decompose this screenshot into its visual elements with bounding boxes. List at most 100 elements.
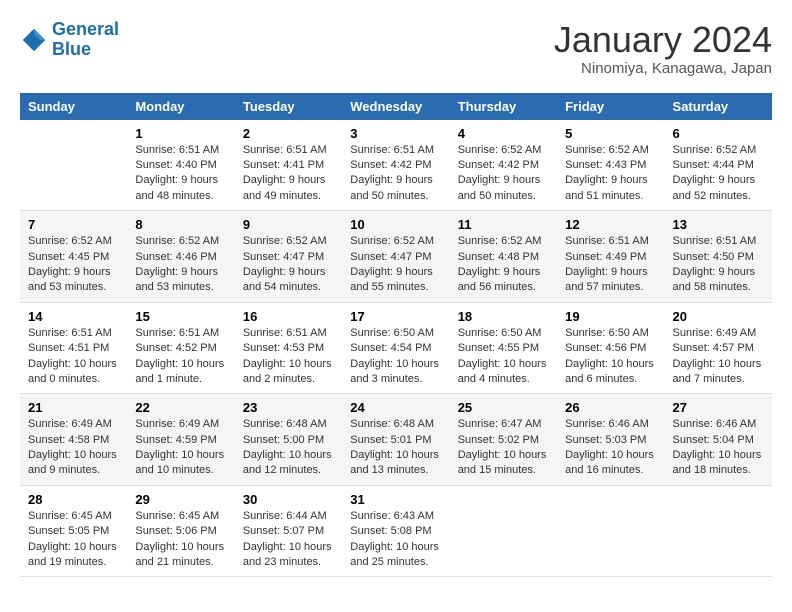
page-title: January 2024 — [554, 20, 772, 60]
calendar-cell: 1Sunrise: 6:51 AM Sunset: 4:40 PM Daylig… — [127, 120, 234, 211]
calendar-cell: 6 Sunrise: 6:52 AM Sunset: 4:44 PM Daylig… — [665, 120, 772, 211]
calendar-cell: 22Sunrise: 6:49 AM Sunset: 4:59 PM Dayli… — [127, 394, 234, 486]
day-number: 27 — [673, 400, 764, 415]
calendar-cell: 21 Sunrise: 6:49 AM Sunset: 4:58 PM Dayli… — [20, 394, 127, 486]
calendar-cell: 7Sunrise: 6:52 AM Sunset: 4:45 PM Daylig… — [20, 211, 127, 303]
day-number: 17 — [350, 309, 441, 324]
col-header-monday: Monday — [127, 93, 234, 120]
logo: General Blue — [20, 20, 119, 60]
calendar-table: SundayMondayTuesdayWednesdayThursdayFrid… — [20, 93, 772, 578]
day-info: Sunrise: 6:51 AM Sunset: 4:42 PM Dayligh… — [350, 144, 434, 202]
calendar-cell: 5 Sunrise: 6:52 AM Sunset: 4:43 PM Daylig… — [557, 120, 664, 211]
calendar-cell: 30Sunrise: 6:44 AM Sunset: 5:07 PM Dayli… — [235, 485, 342, 577]
day-info: Sunrise: 6:50 AM Sunset: 4:56 PM Dayligh… — [565, 327, 654, 385]
day-number: 5 — [565, 126, 656, 141]
day-info: Sunrise: 6:52 AM Sunset: 4:47 PM Dayligh… — [243, 235, 327, 293]
day-info: Sunrise: 6:48 AM Sunset: 5:01 PM Dayligh… — [350, 418, 439, 476]
calendar-cell: 15 Sunrise: 6:51 AM Sunset: 4:52 PM Dayli… — [127, 302, 234, 394]
calendar-cell: 14 Sunrise: 6:51 AM Sunset: 4:51 PM Dayli… — [20, 302, 127, 394]
day-info: Sunrise: 6:46 AM Sunset: 5:04 PM Dayligh… — [673, 418, 762, 476]
day-number: 24 — [350, 400, 441, 415]
day-info: Sunrise: 6:52 AM Sunset: 4:44 PM Dayligh… — [673, 144, 757, 202]
day-number: 25 — [458, 400, 549, 415]
calendar-cell: 10 Sunrise: 6:52 AM Sunset: 4:47 PM Dayli… — [342, 211, 449, 303]
day-info: Sunrise: 6:52 AM Sunset: 4:46 PM Dayligh… — [135, 235, 219, 293]
day-info: Sunrise: 6:52 AM Sunset: 4:47 PM Dayligh… — [350, 235, 434, 293]
calendar-cell: 20Sunrise: 6:49 AM Sunset: 4:57 PM Dayli… — [665, 302, 772, 394]
calendar-cell: 26 Sunrise: 6:46 AM Sunset: 5:03 PM Dayli… — [557, 394, 664, 486]
calendar-cell: 24 Sunrise: 6:48 AM Sunset: 5:01 PM Dayli… — [342, 394, 449, 486]
logo-icon — [20, 26, 48, 54]
day-info: Sunrise: 6:43 AM Sunset: 5:08 PM Dayligh… — [350, 510, 439, 568]
day-number: 12 — [565, 217, 656, 232]
calendar-cell: 23 Sunrise: 6:48 AM Sunset: 5:00 PM Dayli… — [235, 394, 342, 486]
day-number: 6 — [673, 126, 764, 141]
calendar-cell: 8 Sunrise: 6:52 AM Sunset: 4:46 PM Daylig… — [127, 211, 234, 303]
calendar-cell: 12Sunrise: 6:51 AM Sunset: 4:49 PM Dayli… — [557, 211, 664, 303]
day-info: Sunrise: 6:45 AM Sunset: 5:06 PM Dayligh… — [135, 510, 224, 568]
day-info: Sunrise: 6:49 AM Sunset: 4:58 PM Dayligh… — [28, 418, 117, 476]
calendar-cell: 3Sunrise: 6:51 AM Sunset: 4:42 PM Daylig… — [342, 120, 449, 211]
week-row-5: 28 Sunrise: 6:45 AM Sunset: 5:05 PM Dayli… — [20, 485, 772, 577]
day-number: 2 — [243, 126, 334, 141]
calendar-cell — [450, 485, 557, 577]
day-info: Sunrise: 6:47 AM Sunset: 5:02 PM Dayligh… — [458, 418, 547, 476]
calendar-cell: 9 Sunrise: 6:52 AM Sunset: 4:47 PM Daylig… — [235, 211, 342, 303]
day-number: 21 — [28, 400, 119, 415]
day-number: 19 — [565, 309, 656, 324]
col-header-saturday: Saturday — [665, 93, 772, 120]
calendar-cell: 25 Sunrise: 6:47 AM Sunset: 5:02 PM Dayli… — [450, 394, 557, 486]
day-info: Sunrise: 6:51 AM Sunset: 4:51 PM Dayligh… — [28, 327, 117, 385]
day-number: 10 — [350, 217, 441, 232]
day-number: 31 — [350, 492, 441, 507]
day-info: Sunrise: 6:50 AM Sunset: 4:55 PM Dayligh… — [458, 327, 547, 385]
day-info: Sunrise: 6:45 AM Sunset: 5:05 PM Dayligh… — [28, 510, 117, 568]
calendar-cell: 31 Sunrise: 6:43 AM Sunset: 5:08 PM Dayli… — [342, 485, 449, 577]
day-number: 28 — [28, 492, 119, 507]
day-number: 30 — [243, 492, 334, 507]
week-row-3: 14 Sunrise: 6:51 AM Sunset: 4:51 PM Dayli… — [20, 302, 772, 394]
day-info: Sunrise: 6:49 AM Sunset: 4:59 PM Dayligh… — [135, 418, 224, 476]
calendar-cell — [557, 485, 664, 577]
calendar-cell: 13 Sunrise: 6:51 AM Sunset: 4:50 PM Dayli… — [665, 211, 772, 303]
col-header-friday: Friday — [557, 93, 664, 120]
day-number: 8 — [135, 217, 226, 232]
col-header-thursday: Thursday — [450, 93, 557, 120]
day-info: Sunrise: 6:50 AM Sunset: 4:54 PM Dayligh… — [350, 327, 439, 385]
col-header-wednesday: Wednesday — [342, 93, 449, 120]
col-header-sunday: Sunday — [20, 93, 127, 120]
day-number: 7 — [28, 217, 119, 232]
page-subtitle: Ninomiya, Kanagawa, Japan — [554, 60, 772, 77]
page-header: General Blue January 2024 Ninomiya, Kana… — [20, 20, 772, 77]
calendar-cell: 2 Sunrise: 6:51 AM Sunset: 4:41 PM Daylig… — [235, 120, 342, 211]
day-number: 11 — [458, 217, 549, 232]
day-number: 4 — [458, 126, 549, 141]
calendar-cell — [20, 120, 127, 211]
day-info: Sunrise: 6:52 AM Sunset: 4:43 PM Dayligh… — [565, 144, 649, 202]
day-info: Sunrise: 6:51 AM Sunset: 4:52 PM Dayligh… — [135, 327, 224, 385]
calendar-cell: 28 Sunrise: 6:45 AM Sunset: 5:05 PM Dayli… — [20, 485, 127, 577]
day-number: 9 — [243, 217, 334, 232]
calendar-cell: 29Sunrise: 6:45 AM Sunset: 5:06 PM Dayli… — [127, 485, 234, 577]
calendar-cell: 11 Sunrise: 6:52 AM Sunset: 4:48 PM Dayli… — [450, 211, 557, 303]
day-number: 15 — [135, 309, 226, 324]
day-info: Sunrise: 6:52 AM Sunset: 4:42 PM Dayligh… — [458, 144, 542, 202]
day-number: 14 — [28, 309, 119, 324]
day-number: 1 — [135, 126, 226, 141]
week-row-2: 7Sunrise: 6:52 AM Sunset: 4:45 PM Daylig… — [20, 211, 772, 303]
day-info: Sunrise: 6:46 AM Sunset: 5:03 PM Dayligh… — [565, 418, 654, 476]
day-number: 26 — [565, 400, 656, 415]
day-info: Sunrise: 6:48 AM Sunset: 5:00 PM Dayligh… — [243, 418, 332, 476]
day-number: 18 — [458, 309, 549, 324]
day-info: Sunrise: 6:51 AM Sunset: 4:50 PM Dayligh… — [673, 235, 757, 293]
calendar-cell: 19 Sunrise: 6:50 AM Sunset: 4:56 PM Dayli… — [557, 302, 664, 394]
calendar-cell: 16 Sunrise: 6:51 AM Sunset: 4:53 PM Dayli… — [235, 302, 342, 394]
day-number: 13 — [673, 217, 764, 232]
title-block: January 2024 Ninomiya, Kanagawa, Japan — [554, 20, 772, 77]
day-info: Sunrise: 6:52 AM Sunset: 4:48 PM Dayligh… — [458, 235, 542, 293]
logo-text: General Blue — [52, 20, 119, 60]
day-info: Sunrise: 6:51 AM Sunset: 4:41 PM Dayligh… — [243, 144, 327, 202]
day-info: Sunrise: 6:51 AM Sunset: 4:53 PM Dayligh… — [243, 327, 332, 385]
day-number: 16 — [243, 309, 334, 324]
day-number: 23 — [243, 400, 334, 415]
